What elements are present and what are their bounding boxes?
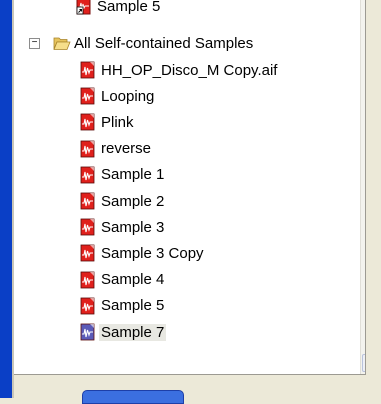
tree-item-label: Sample 5 bbox=[97, 0, 161, 15]
tree-item-top[interactable]: Sample 5 bbox=[76, 0, 162, 18]
audio-file-icon bbox=[80, 271, 95, 288]
folder-all-self-contained-samples[interactable]: All Self-contained Samples bbox=[53, 31, 255, 55]
audio-file-icon bbox=[80, 140, 95, 157]
file-item[interactable]: Sample 3 Copy bbox=[80, 241, 206, 265]
file-label: Sample 3 bbox=[101, 218, 165, 236]
audio-file-icon bbox=[80, 61, 95, 79]
file-item[interactable]: Sample 7 bbox=[80, 320, 167, 344]
collapse-toggle-icon[interactable]: − bbox=[29, 38, 40, 49]
audio-file-icon bbox=[80, 192, 95, 210]
file-item[interactable]: HH_OP_Disco_M Copy.aif bbox=[80, 58, 279, 82]
file-item[interactable]: Sample 1 bbox=[80, 163, 166, 187]
audio-file-icon bbox=[80, 166, 95, 184]
sample-tree[interactable]: Sample 5 − All Self-contained Samples HH… bbox=[14, 0, 366, 375]
folder-label: All Self-contained Samples bbox=[74, 34, 254, 52]
open-folder-icon bbox=[53, 37, 71, 50]
file-item[interactable]: Sample 5 bbox=[80, 294, 166, 318]
audio-file-icon bbox=[80, 113, 95, 131]
file-item[interactable]: Sample 2 bbox=[80, 189, 166, 213]
audio-file-icon bbox=[80, 297, 95, 315]
window-border bbox=[0, 0, 12, 398]
file-item[interactable]: Sample 4 bbox=[80, 268, 166, 292]
file-item[interactable]: Sample 3 bbox=[80, 215, 166, 239]
file-label: HH_OP_Disco_M Copy.aif bbox=[101, 61, 278, 79]
audio-file-icon bbox=[80, 218, 95, 236]
scroll-down-arrow-icon[interactable]: ▼ bbox=[362, 354, 365, 372]
audio-file-icon bbox=[80, 323, 95, 341]
sample-file-shortcut-icon bbox=[76, 0, 91, 15]
vertical-scrollbar[interactable]: ▼ bbox=[360, 0, 365, 374]
file-label: Sample 5 bbox=[101, 297, 165, 315]
file-label: Plink bbox=[101, 113, 134, 131]
file-item[interactable]: Plink bbox=[80, 110, 136, 134]
file-label: Sample 2 bbox=[101, 192, 165, 210]
bottom-button[interactable] bbox=[82, 390, 184, 404]
audio-file-icon bbox=[80, 244, 95, 262]
file-label: Sample 7 bbox=[99, 323, 167, 341]
file-label: Looping bbox=[101, 87, 155, 105]
file-item[interactable]: Looping bbox=[80, 84, 156, 108]
file-item[interactable]: reverse bbox=[80, 137, 153, 161]
file-label: Sample 3 Copy bbox=[101, 244, 204, 262]
file-label: Sample 4 bbox=[101, 271, 165, 289]
file-label: reverse bbox=[101, 140, 152, 158]
audio-file-icon bbox=[80, 87, 95, 105]
file-label: Sample 1 bbox=[101, 166, 165, 184]
